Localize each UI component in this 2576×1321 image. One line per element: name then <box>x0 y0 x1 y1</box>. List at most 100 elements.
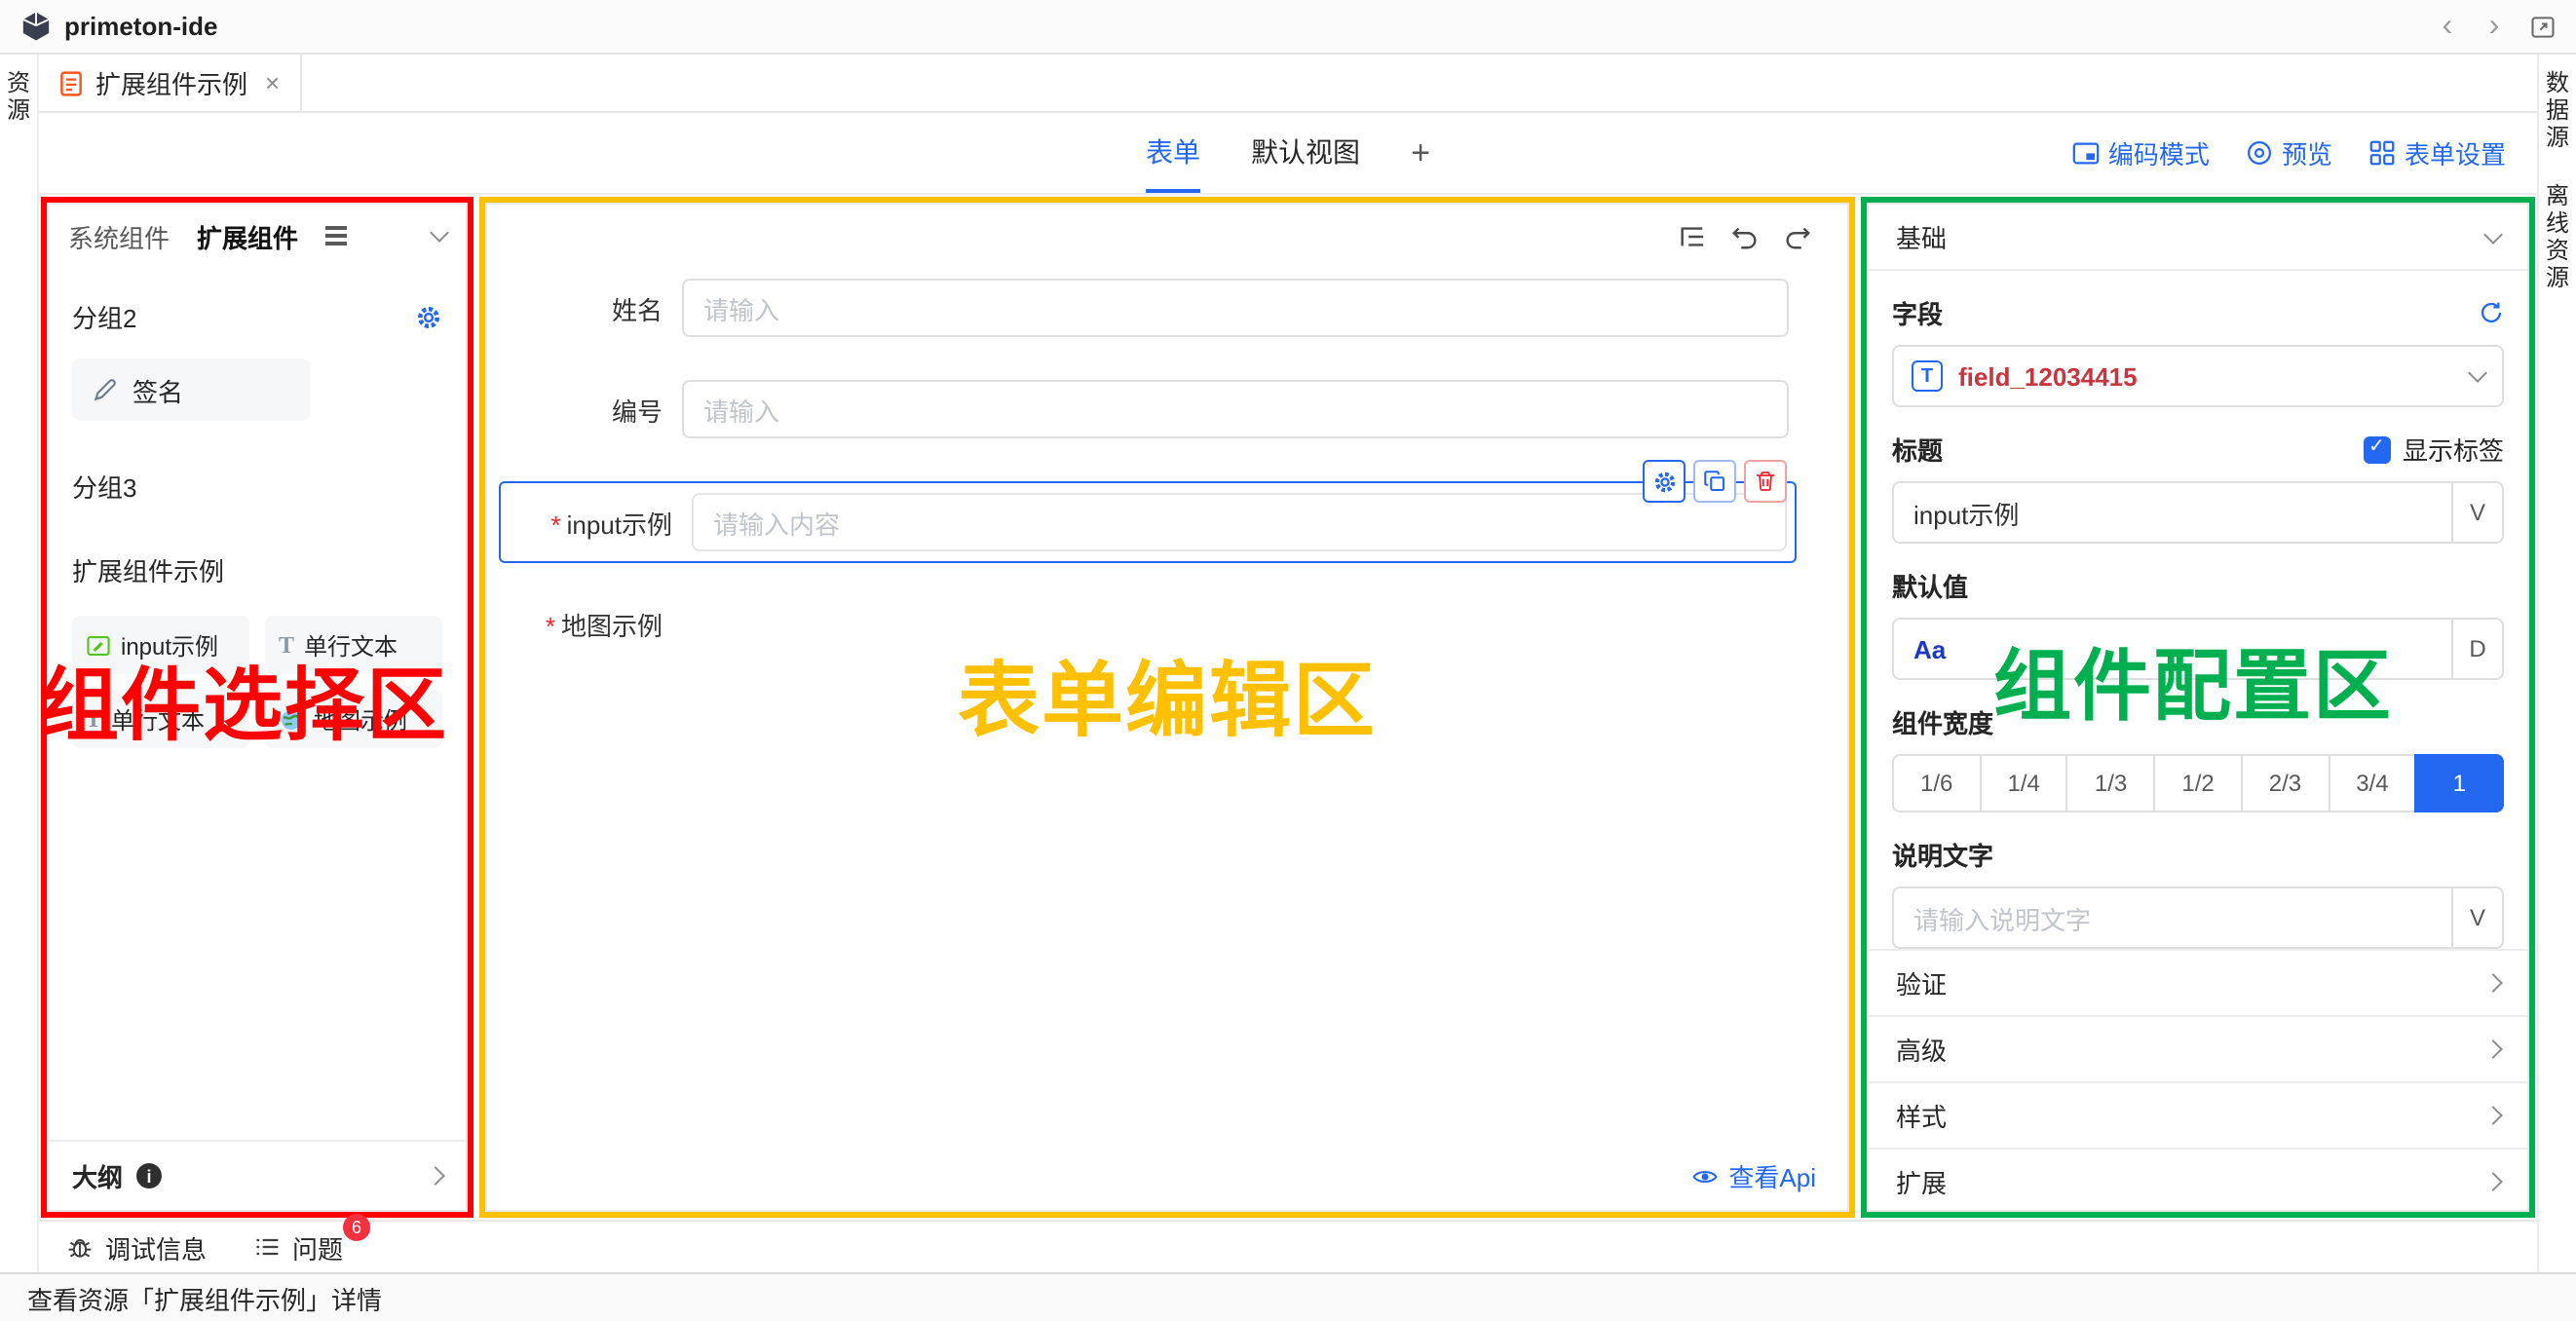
title-variable-button[interactable]: V <box>2451 483 2502 542</box>
component-item-single-text[interactable]: T 单行文本 <box>265 616 442 674</box>
field-row-map[interactable]: *地图示例 <box>487 606 1789 643</box>
view-toolbar: 表单 默认视图 + 编码模式 预览 <box>39 113 2537 195</box>
config-panel: 基础 字段 T field_12034415 <box>1867 203 2529 1212</box>
tab-label: 扩展组件示例 <box>95 64 247 101</box>
single-text-label: 单行文本 <box>111 702 205 736</box>
section-validation-header[interactable]: 验证 <box>1869 949 2527 1015</box>
show-label-text: 显示标签 <box>2403 431 2504 468</box>
refresh-icon[interactable] <box>2479 300 2504 325</box>
width-label-row: 组件宽度 <box>1892 703 2504 740</box>
offline-resources-rail-tab[interactable]: 离线资源 <box>2541 183 2574 292</box>
component-item-input-example[interactable]: input示例 <box>72 616 249 674</box>
width-option-button[interactable]: 1/6 <box>1892 754 1981 812</box>
component-item-single-text[interactable]: T 单行文本 <box>72 690 249 748</box>
title-input[interactable]: input示例 <box>1894 483 2451 542</box>
selected-field-row-input-example[interactable]: *input示例 请输入内容 <box>499 481 1797 563</box>
selected-field-actions <box>1643 460 1787 503</box>
nav-back-button[interactable]: ‹ <box>2436 11 2459 42</box>
file-icon <box>58 69 84 96</box>
add-view-button[interactable]: + <box>1411 113 1430 193</box>
chevron-right-icon <box>2483 1172 2503 1191</box>
show-label-checkbox[interactable] <box>2364 435 2391 463</box>
tab-default-view[interactable]: 默认视图 <box>1251 113 1360 193</box>
section-basic-header[interactable]: 基础 <box>1869 205 2527 271</box>
default-value-label: 默认值 <box>1892 567 1968 604</box>
text-icon: T <box>279 630 294 660</box>
collapse-panel-icon[interactable] <box>430 223 449 243</box>
datasource-rail-tab[interactable]: 数据源 <box>2541 70 2574 152</box>
undo-icon[interactable] <box>1730 222 1760 251</box>
group3-header[interactable]: 分组3 <box>72 468 442 505</box>
width-option-button-selected[interactable]: 1 <box>2415 754 2504 812</box>
copy-field-button[interactable] <box>1693 460 1736 503</box>
debug-icon <box>66 1233 94 1261</box>
problems-label: 问题 <box>292 1228 343 1265</box>
form-settings-icon <box>2368 138 2397 168</box>
section-advanced-header[interactable]: 高级 <box>1869 1015 2527 1081</box>
field-label-row: 字段 <box>1892 294 2504 331</box>
input-example-input[interactable]: 请输入内容 <box>692 493 1787 551</box>
component-item-signature[interactable]: 签名 <box>72 359 310 421</box>
form-settings-button[interactable]: 表单设置 <box>2368 134 2506 171</box>
title-input-group: input示例 V <box>1892 481 2504 544</box>
field-select-value: field_12034415 <box>1958 361 2455 391</box>
field-row-name[interactable]: 姓名 请输入 <box>487 279 1789 337</box>
right-rail: 数据源 离线资源 <box>2537 55 2576 1272</box>
layout-window-button[interactable] <box>2529 13 2557 40</box>
outline-structure-icon[interactable] <box>1678 222 1707 251</box>
field-settings-button[interactable] <box>1643 460 1686 503</box>
code-mode-label: 编码模式 <box>2108 134 2210 171</box>
tab-form[interactable]: 表单 <box>1146 113 1200 193</box>
bottom-toolbar: 调试信息 问题 6 <box>39 1220 2537 1272</box>
group-example-header[interactable]: 扩展组件示例 <box>72 551 442 588</box>
name-input[interactable]: 请输入 <box>682 279 1789 337</box>
tab-extended-components[interactable]: 扩展组件 <box>197 217 298 254</box>
show-label-option[interactable]: 显示标签 <box>2364 431 2504 468</box>
field-type-icon: T <box>1912 360 1943 392</box>
view-api-label: 查看Api <box>1728 1157 1816 1194</box>
single-text-label: 单行文本 <box>304 628 398 661</box>
collapsed-sections: 验证 高级 样式 扩展 <box>1869 949 2527 1214</box>
section-extension-header[interactable]: 扩展 <box>1869 1148 2527 1214</box>
field-select[interactable]: T field_12034415 <box>1892 345 2504 407</box>
group-settings-gear-icon[interactable] <box>415 303 442 330</box>
delete-field-button[interactable] <box>1744 460 1787 503</box>
width-option-button[interactable]: 1/4 <box>1979 754 2067 812</box>
tab-extension-example[interactable]: 扩展组件示例 × <box>39 55 301 111</box>
form-settings-label: 表单设置 <box>2405 134 2506 171</box>
width-option-button[interactable]: 1/3 <box>2066 754 2155 812</box>
default-value-input[interactable]: Aa <box>1894 620 2451 678</box>
width-option-button[interactable]: 1/2 <box>2153 754 2242 812</box>
default-dynamic-button[interactable]: D <box>2451 620 2502 678</box>
code-input[interactable]: 请输入 <box>682 380 1789 438</box>
tab-close-button[interactable]: × <box>265 68 280 97</box>
problems-badge: 6 <box>343 1213 370 1240</box>
component-item-map-example[interactable]: 地图示例 <box>265 690 442 748</box>
chevron-right-icon <box>426 1166 445 1186</box>
field-row-code[interactable]: 编号 请输入 <box>487 380 1789 438</box>
outline-bar[interactable]: 大纲 <box>49 1140 466 1210</box>
description-input[interactable]: 请输入说明文字 <box>1894 888 2451 947</box>
nav-forward-button[interactable]: › <box>2482 11 2506 42</box>
preview-button[interactable]: 预览 <box>2245 134 2332 171</box>
map-globe-icon <box>279 706 304 732</box>
group2-header[interactable]: 分组2 <box>72 298 442 335</box>
view-tabs: 表单 默认视图 + <box>1146 113 1430 193</box>
default-value-label-row: 默认值 <box>1892 567 2504 604</box>
width-option-button[interactable]: 3/4 <box>2328 754 2416 812</box>
width-option-button[interactable]: 2/3 <box>2241 754 2330 812</box>
problems-button[interactable]: 问题 6 <box>253 1228 343 1265</box>
view-api-link[interactable]: 查看Api <box>1691 1157 1816 1194</box>
field-label: 姓名 <box>487 289 682 326</box>
code-mode-button[interactable]: 编码模式 <box>2071 134 2210 171</box>
section-style-header[interactable]: 样式 <box>1869 1081 2527 1148</box>
description-input-group: 请输入说明文字 V <box>1892 887 2504 949</box>
outline-label: 大纲 <box>72 1157 123 1194</box>
panel-menu-icon[interactable] <box>325 235 347 238</box>
debug-info-button[interactable]: 调试信息 <box>66 1228 207 1265</box>
resources-rail-tab[interactable]: 资源 <box>2 70 35 125</box>
tab-system-components[interactable]: 系统组件 <box>68 217 170 254</box>
description-variable-button[interactable]: V <box>2451 888 2502 947</box>
form-body: 姓名 请输入 编号 请输入 *input示例 <box>487 205 1847 643</box>
redo-icon[interactable] <box>1783 222 1812 251</box>
